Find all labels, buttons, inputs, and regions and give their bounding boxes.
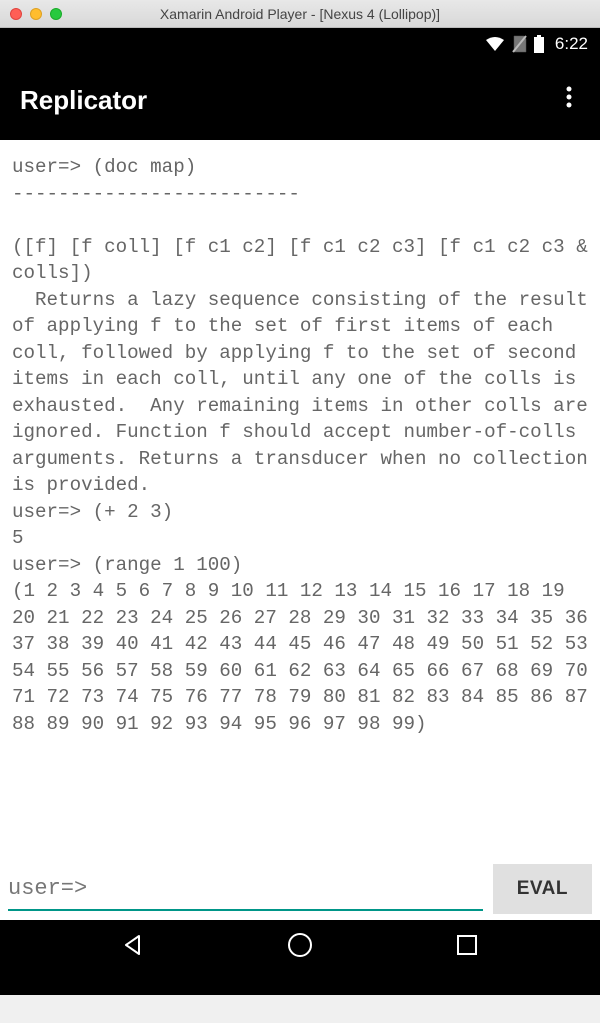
back-icon — [121, 933, 145, 957]
window-title: Xamarin Android Player - [Nexus 4 (Lolli… — [0, 6, 600, 22]
maximize-window-button[interactable] — [50, 8, 62, 20]
recent-icon — [456, 934, 478, 956]
eval-button[interactable]: EVAL — [493, 864, 592, 914]
no-sim-icon — [511, 35, 527, 53]
battery-icon — [533, 35, 545, 53]
prompt-input-wrap[interactable]: user=> — [8, 867, 483, 911]
content-area: user=> (doc map) -----------------------… — [0, 140, 600, 920]
android-status-bar: 6:22 — [0, 28, 600, 60]
app-bar: Replicator — [0, 60, 600, 140]
input-row: user=> EVAL — [0, 858, 600, 920]
close-window-button[interactable] — [10, 8, 22, 20]
window-titlebar: Xamarin Android Player - [Nexus 4 (Lolli… — [0, 0, 600, 28]
repl-output[interactable]: user=> (doc map) -----------------------… — [0, 140, 600, 840]
overflow-menu-button[interactable] — [558, 77, 580, 123]
repl-input[interactable] — [91, 877, 483, 900]
recent-apps-button[interactable] — [447, 925, 487, 965]
home-button[interactable] — [280, 925, 320, 965]
home-icon — [287, 932, 313, 958]
overflow-menu-icon — [566, 85, 572, 109]
prompt-label: user=> — [8, 876, 87, 901]
minimize-window-button[interactable] — [30, 8, 42, 20]
app-title: Replicator — [20, 85, 147, 116]
wifi-icon — [485, 36, 505, 52]
status-time: 6:22 — [555, 34, 588, 54]
back-button[interactable] — [113, 925, 153, 965]
traffic-lights — [10, 8, 62, 20]
device-frame: 6:22 Replicator user=> (doc map) -------… — [0, 28, 600, 995]
android-nav-bar — [0, 920, 600, 995]
